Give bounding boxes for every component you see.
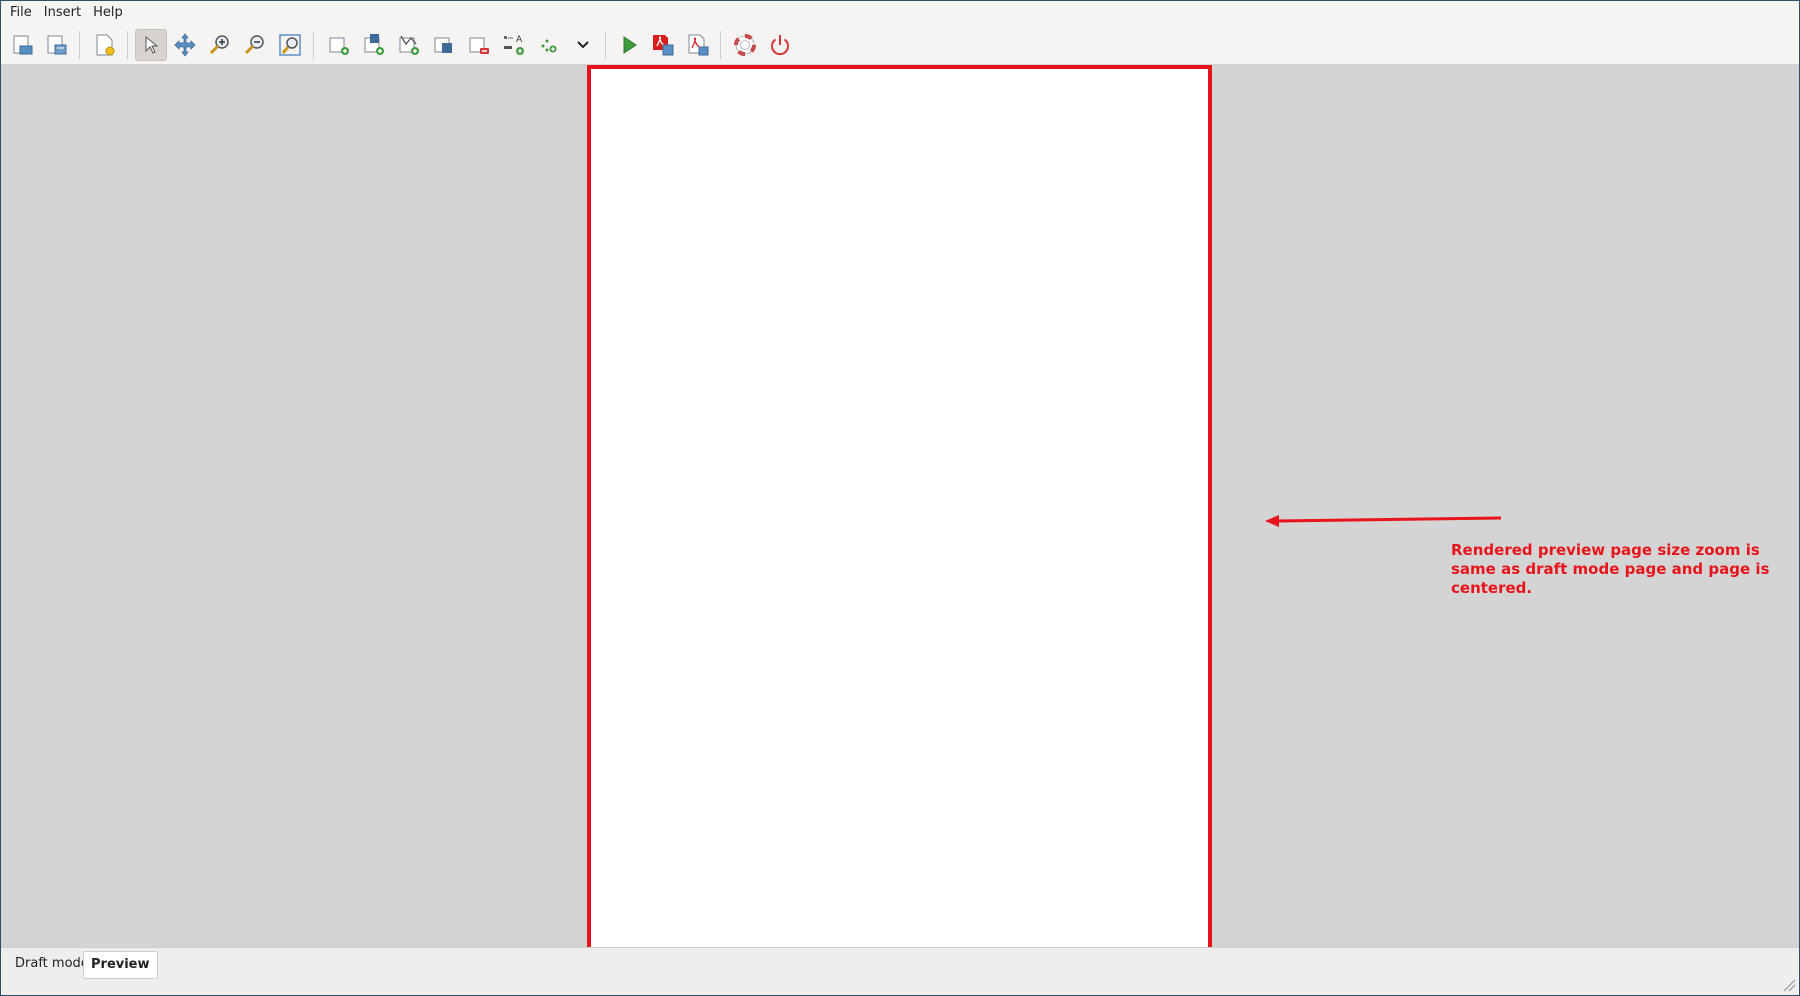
tab-preview[interactable]: Preview	[83, 951, 158, 979]
add-image-button[interactable]	[358, 29, 390, 61]
more-dropdown-icon	[577, 41, 589, 49]
resize-grip-icon[interactable]	[1782, 978, 1796, 992]
run-icon	[623, 36, 637, 54]
toolbar-separator	[127, 31, 128, 59]
annotation-arrow	[1265, 515, 1502, 527]
add-frame-button[interactable]	[323, 29, 355, 61]
mode-tab-bar: Draft mode Preview	[1, 947, 1799, 995]
export-pdf-button[interactable]	[647, 29, 679, 61]
toolbar-separator	[313, 31, 314, 59]
add-frame-icon	[329, 37, 349, 55]
open-template-icon	[13, 35, 33, 55]
select-pointer-icon	[145, 35, 159, 54]
annotation-note: Rendered preview page size zoom is same …	[1451, 541, 1770, 597]
menu-insert[interactable]: Insert	[38, 1, 87, 25]
zoom-fit-button[interactable]	[274, 29, 306, 61]
remove-frame-button[interactable]	[463, 29, 495, 61]
toolbar-separator	[720, 31, 721, 59]
run-button[interactable]	[613, 29, 645, 61]
add-label-button[interactable]: A	[498, 29, 530, 61]
new-page-button[interactable]	[89, 29, 121, 61]
save-template-button[interactable]	[41, 29, 73, 61]
zoom-fit-icon	[279, 34, 301, 56]
rendered-preview-page	[587, 65, 1212, 953]
preview-pdf-button[interactable]	[682, 29, 714, 61]
add-chart-button[interactable]	[393, 29, 425, 61]
help-button[interactable]	[729, 29, 761, 61]
zoom-in-icon	[209, 35, 229, 55]
preview-pdf-icon	[688, 34, 709, 56]
toolbar-separator	[79, 31, 80, 59]
save-template-icon	[47, 35, 67, 55]
new-page-icon	[96, 34, 115, 56]
pan-icon	[174, 33, 196, 57]
preview-canvas[interactable]	[1, 65, 1799, 953]
add-image-icon	[364, 34, 384, 55]
select-pointer-button[interactable]	[135, 29, 167, 61]
zoom-out-icon	[244, 35, 264, 55]
menu-file[interactable]: File	[4, 1, 38, 25]
add-label-icon: A	[504, 35, 524, 55]
add-point-icon	[541, 39, 557, 53]
quit-button[interactable]	[764, 29, 796, 61]
zoom-out-button[interactable]	[239, 29, 271, 61]
more-tools-dropdown[interactable]	[567, 29, 599, 61]
add-point-button[interactable]	[533, 29, 565, 61]
export-pdf-icon	[653, 35, 674, 56]
remove-frame-icon	[469, 37, 489, 54]
menu-help[interactable]: Help	[87, 1, 129, 25]
app-window: File Insert Help A Rendered preview page…	[1, 1, 1799, 995]
menubar: File Insert Help	[1, 1, 1799, 25]
add-chart-icon	[399, 35, 419, 55]
toolbar: A	[1, 25, 1799, 65]
pan-button[interactable]	[169, 29, 201, 61]
open-template-button[interactable]	[7, 29, 39, 61]
zoom-in-button[interactable]	[204, 29, 236, 61]
quit-power-icon	[771, 35, 789, 56]
svg-text:A: A	[516, 35, 523, 45]
duplicate-frame-icon	[434, 37, 452, 53]
duplicate-frame-button[interactable]	[428, 29, 460, 61]
help-lifebuoy-icon	[734, 34, 756, 56]
toolbar-separator	[605, 31, 606, 59]
